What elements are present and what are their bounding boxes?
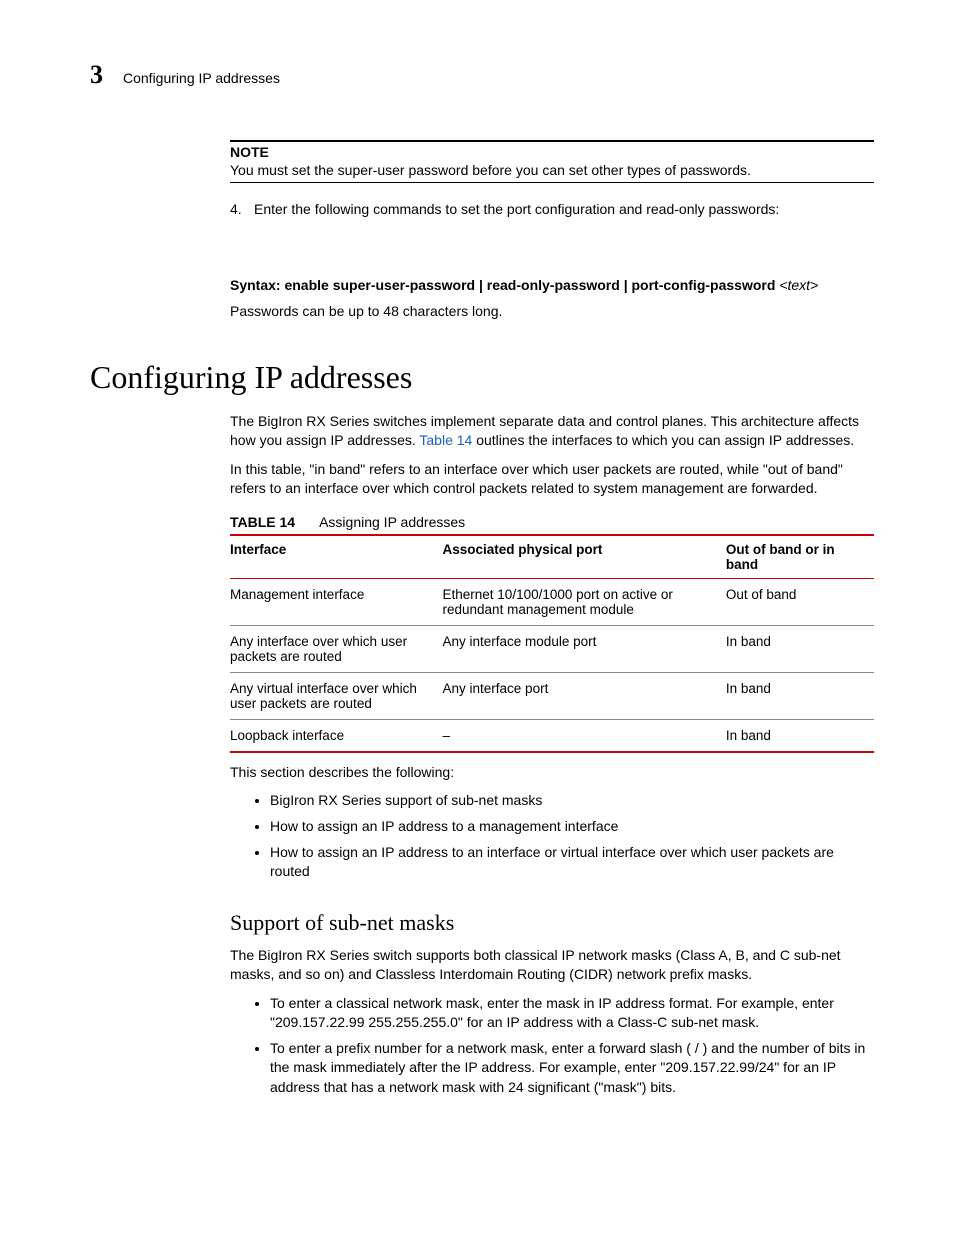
text: outlines the interfaces to which you can… [472,432,854,448]
password-note: Passwords can be up to 48 characters lon… [230,303,874,319]
cell: Loopback interface [230,719,443,752]
cell: Management interface [230,578,443,625]
table-header-row: Interface Associated physical port Out o… [230,535,874,579]
syntax-command: enable super-user-password | read-only-p… [284,277,775,293]
list-item: BigIron RX Series support of sub-net mas… [270,791,874,811]
note-label: NOTE [230,144,874,160]
cell: Out of band [726,578,874,625]
syntax-line: Syntax: enable super-user-password | rea… [230,277,874,293]
section-bullet-list: BigIron RX Series support of sub-net mas… [230,791,874,881]
table-row: Any virtual interface over which user pa… [230,672,874,719]
syntax-arg: <text> [775,277,818,293]
table-number: TABLE 14 [230,514,295,530]
chapter-number: 3 [90,60,103,90]
list-item: How to assign an IP address to an interf… [270,843,874,882]
table-row: Loopback interface – In band [230,719,874,752]
th-port: Associated physical port [443,535,726,579]
list-item: To enter a prefix number for a network m… [270,1039,874,1098]
note-text: You must set the super-user password bef… [230,162,874,178]
step-number: 4. [230,201,254,217]
syntax-prefix: Syntax: [230,277,284,293]
running-header: 3 Configuring IP addresses [90,60,874,90]
page: 3 Configuring IP addresses NOTE You must… [0,0,954,1166]
step-4: 4. Enter the following commands to set t… [230,201,874,217]
cell: – [443,719,726,752]
subsection-paragraph: The BigIron RX Series switch supports bo… [230,946,874,984]
rule [230,140,874,142]
cell: Any interface module port [443,625,726,672]
table-row: Any interface over which user packets ar… [230,625,874,672]
rule [230,182,874,183]
cell: In band [726,719,874,752]
section-body: The BigIron RX Series switches implement… [230,412,874,1098]
running-title: Configuring IP addresses [123,70,280,86]
table-caption: TABLE 14 Assigning IP addresses [230,514,874,530]
cell: Any interface port [443,672,726,719]
table-title: Assigning IP addresses [319,514,465,530]
cell: Any virtual interface over which user pa… [230,672,443,719]
ip-address-table: Interface Associated physical port Out o… [230,534,874,753]
th-band: Out of band or in band [726,535,874,579]
th-interface: Interface [230,535,443,579]
cell: In band [726,625,874,672]
table-row: Management interface Ethernet 10/100/100… [230,578,874,625]
subnet-bullet-list: To enter a classical network mask, enter… [230,994,874,1098]
list-item: To enter a classical network mask, enter… [270,994,874,1033]
step-text: Enter the following commands to set the … [254,201,779,217]
intro-paragraph-2: In this table, "in band" refers to an in… [230,460,874,498]
section-heading: Configuring IP addresses [90,359,874,396]
cell: Any interface over which user packets ar… [230,625,443,672]
subsection-heading: Support of sub-net masks [230,910,874,936]
section-intro: This section describes the following: [230,763,874,782]
cell: Ethernet 10/100/1000 port on active or r… [443,578,726,625]
list-item: How to assign an IP address to a managem… [270,817,874,837]
intro-paragraph-1: The BigIron RX Series switches implement… [230,412,874,450]
table-ref-link[interactable]: Table 14 [419,432,472,448]
note-block: NOTE You must set the super-user passwor… [230,140,874,319]
cell: In band [726,672,874,719]
